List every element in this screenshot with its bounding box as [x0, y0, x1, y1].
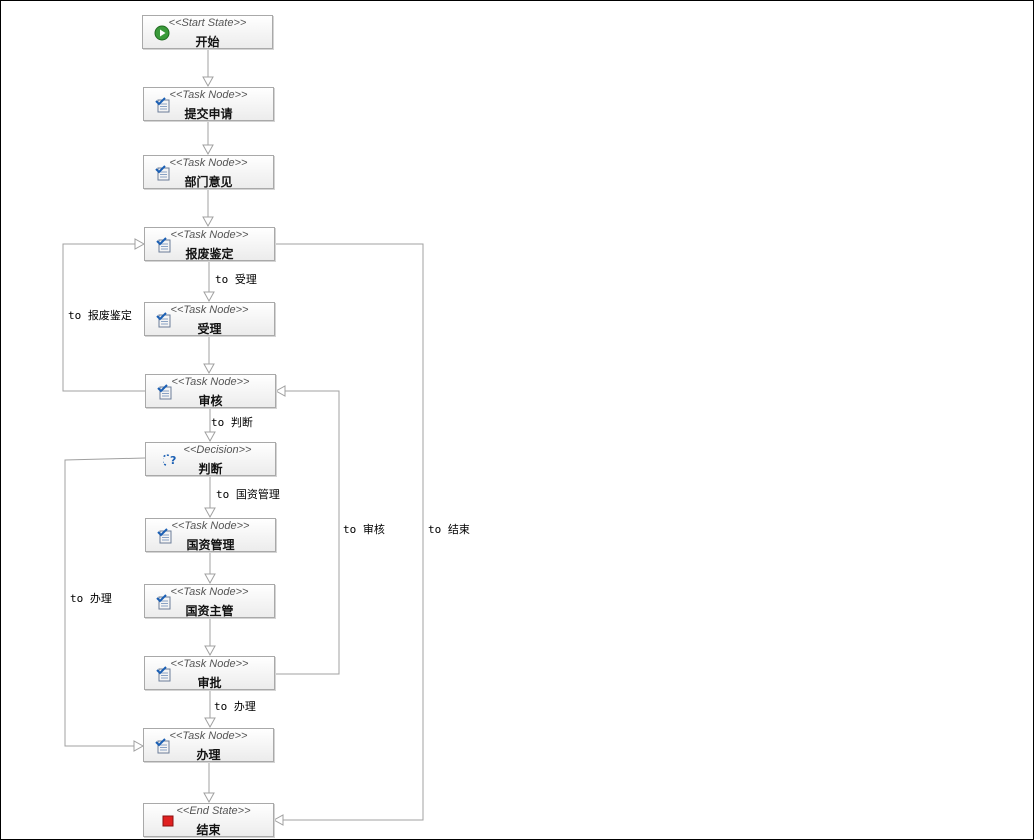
transition-label-to-end[interactable]: to 结束	[428, 521, 470, 537]
node-stereotype: <<Task Node>>	[169, 730, 248, 742]
end-state-node[interactable]: <<End State>> 结束	[143, 803, 274, 837]
task-node-supervisor[interactable]: <<Task Node>> 国资主管	[144, 584, 275, 618]
node-name: 结束	[196, 823, 221, 837]
arrowhead	[202, 76, 214, 88]
node-stereotype: <<Task Node>>	[171, 376, 250, 388]
arrowhead	[203, 792, 215, 804]
node-stereotype: <<End State>>	[176, 805, 251, 817]
transition-label-to-scrap[interactable]: to 报废鉴定	[68, 307, 132, 323]
node-stereotype: <<Task Node>>	[170, 229, 249, 241]
node-name: 判断	[198, 462, 223, 476]
arrowhead	[204, 645, 216, 657]
start-state-node[interactable]: <<Start State>> 开始	[142, 15, 273, 49]
arrowhead	[203, 363, 215, 375]
arrowhead	[202, 216, 214, 228]
node-name: 报废鉴定	[185, 247, 234, 261]
node-stereotype: <<Task Node>>	[169, 89, 248, 101]
node-name: 国资主管	[185, 604, 234, 618]
node-name: 受理	[197, 322, 222, 336]
task-node-review[interactable]: <<Task Node>> 审核	[145, 374, 276, 408]
arrowhead	[274, 385, 286, 397]
task-node-submit[interactable]: <<Task Node>> 提交申请	[143, 87, 274, 121]
arrowhead	[204, 573, 216, 585]
edge-approve-to-review	[275, 390, 340, 675]
node-stereotype: <<Task Node>>	[171, 520, 250, 532]
node-name: 国资管理	[186, 538, 235, 552]
transition-label-to-accept[interactable]: to 受理	[215, 271, 257, 287]
node-stereotype: <<Start State>>	[168, 17, 247, 29]
arrowhead	[203, 291, 215, 303]
node-stereotype: <<Task Node>>	[169, 157, 248, 169]
arrowhead	[272, 814, 284, 826]
transition-label-to-handle-left[interactable]: to 办理	[70, 590, 112, 606]
arrowhead	[133, 740, 145, 752]
transition-edges	[62, 50, 424, 826]
node-stereotype: <<Task Node>>	[170, 304, 249, 316]
node-name: 提交申请	[184, 107, 233, 121]
arrowhead	[134, 238, 146, 250]
node-name: 办理	[196, 748, 221, 762]
task-node-approve[interactable]: <<Task Node>> 审批	[144, 656, 275, 690]
transition-label-to-decide[interactable]: to 判断	[211, 414, 253, 430]
node-name: 审核	[198, 394, 223, 408]
node-stereotype: <<Task Node>>	[170, 586, 249, 598]
arrowhead	[204, 431, 216, 443]
transition-label-to-handle[interactable]: to 办理	[214, 698, 256, 714]
task-node-assets[interactable]: <<Task Node>> 国资管理	[145, 518, 276, 552]
task-node-accept[interactable]: <<Task Node>> 受理	[144, 302, 275, 336]
task-node-scrap[interactable]: <<Task Node>> 报废鉴定	[144, 227, 275, 261]
task-node-handle[interactable]: <<Task Node>> 办理	[143, 728, 274, 762]
node-name: 开始	[195, 35, 220, 49]
node-stereotype: <<Task Node>>	[170, 658, 249, 670]
transition-label-to-assets[interactable]: to 国资管理	[216, 486, 280, 502]
arrowhead	[204, 507, 216, 519]
node-stereotype: <<Decision>>	[183, 444, 252, 456]
arrowhead	[202, 144, 214, 156]
transition-label-to-review[interactable]: to 审核	[343, 521, 385, 537]
task-node-dept[interactable]: <<Task Node>> 部门意见	[143, 155, 274, 189]
node-name: 审批	[197, 676, 222, 690]
arrowhead	[204, 717, 216, 729]
decision-node[interactable]: ? <<Decision>> 判断	[145, 442, 276, 476]
node-name: 部门意见	[184, 175, 233, 189]
